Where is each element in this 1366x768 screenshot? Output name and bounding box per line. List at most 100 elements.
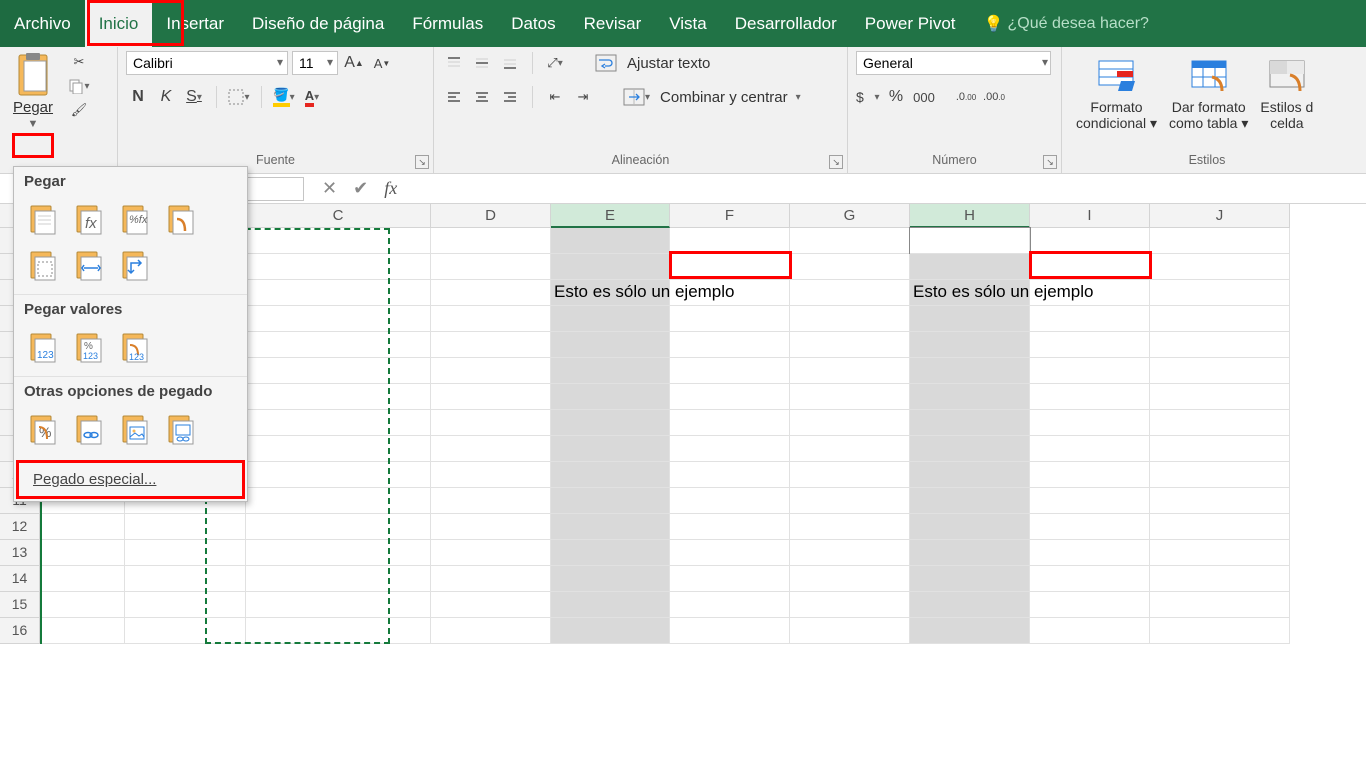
cell-J3[interactable] [1150,280,1290,306]
fx-icon[interactable]: fx [384,178,397,199]
tab-desarrollador[interactable]: Desarrollador [721,0,851,47]
cell-G3[interactable] [790,280,910,306]
orientation-button[interactable]: ⤢ [543,51,567,75]
col-header-g[interactable]: G [790,204,910,228]
cell-E10[interactable] [551,462,670,488]
cell-I12[interactable] [1030,514,1150,540]
paste-values-number-icon[interactable]: %123 [70,328,110,368]
cell-C8[interactable] [246,410,431,436]
cell-J6[interactable] [1150,358,1290,384]
cell-I8[interactable] [1030,410,1150,436]
cell-H14[interactable] [910,566,1030,592]
font-name-combo[interactable] [126,51,288,75]
cell-H1[interactable] [910,228,1030,254]
fill-color-button[interactable]: 🪣 [272,85,296,109]
cell-C3[interactable] [246,280,431,306]
cell-D8[interactable] [431,410,551,436]
dec-indent-button[interactable]: ⇤ [543,85,567,109]
align-launcher[interactable]: ↘ [829,155,843,169]
font-launcher[interactable]: ↘ [415,155,429,169]
cell-H4[interactable] [910,306,1030,332]
cell-E2[interactable] [551,254,670,280]
cell-E14[interactable] [551,566,670,592]
cell-D16[interactable] [431,618,551,644]
cell-G2[interactable] [790,254,910,280]
underline-button[interactable]: S [182,85,206,109]
cell-J8[interactable] [1150,410,1290,436]
cell-D2[interactable] [431,254,551,280]
cell-E1[interactable] [551,228,670,254]
cell-C11[interactable] [246,488,431,514]
cell-G12[interactable] [790,514,910,540]
cell-H15[interactable] [910,592,1030,618]
cell-D3[interactable] [431,280,551,306]
cell-D5[interactable] [431,332,551,358]
cancel-icon[interactable]: ✕ [322,178,337,199]
borders-button[interactable] [227,85,251,109]
cell-H10[interactable] [910,462,1030,488]
cell-F9[interactable] [670,436,790,462]
row-header-15[interactable]: 15 [0,592,40,618]
tab-inicio[interactable]: Inicio [85,0,153,47]
cell-D14[interactable] [431,566,551,592]
col-header-f[interactable]: F [670,204,790,228]
cell-C2[interactable] [246,254,431,280]
tab-insertar[interactable]: Insertar [152,0,238,47]
tab-archivo[interactable]: Archivo [0,0,85,47]
wrap-text-button[interactable] [595,51,617,75]
italic-button[interactable]: K [154,85,178,109]
cell-A12[interactable] [40,514,125,540]
tell-me[interactable]: 💡¿Qué desea hacer? [984,0,1149,47]
cell-H5[interactable] [910,332,1030,358]
cell-I11[interactable] [1030,488,1150,514]
cell-styles-button[interactable]: Estilos d celda [1254,51,1319,147]
cell-G6[interactable] [790,358,910,384]
col-header-e[interactable]: E [551,204,670,228]
cell-J1[interactable] [1150,228,1290,254]
cell-B12[interactable] [125,514,246,540]
col-header-j[interactable]: J [1150,204,1290,228]
comma-button[interactable]: 000 [912,85,936,109]
number-format-combo[interactable] [856,51,1051,75]
paste-link-icon[interactable] [70,410,110,450]
cell-H11[interactable] [910,488,1030,514]
cell-A14[interactable] [40,566,125,592]
cell-F15[interactable] [670,592,790,618]
cell-F11[interactable] [670,488,790,514]
cell-F14[interactable] [670,566,790,592]
paste-values-icon[interactable]: 123 [24,328,64,368]
cell-J10[interactable] [1150,462,1290,488]
paste-picture-icon[interactable] [116,410,156,450]
cell-I10[interactable] [1030,462,1150,488]
cell-G9[interactable] [790,436,910,462]
cell-F16[interactable] [670,618,790,644]
cell-E3[interactable]: Esto es sólo un ejemplo [551,280,670,306]
cell-F10[interactable] [670,462,790,488]
inc-decimal-button[interactable]: .0.00 [954,85,978,109]
cell-H8[interactable] [910,410,1030,436]
tab-diseno[interactable]: Diseño de página [238,0,398,47]
conditional-format-button[interactable]: Formato condicional ▾ [1070,51,1163,147]
tab-formulas[interactable]: Fórmulas [398,0,497,47]
cell-C16[interactable] [246,618,431,644]
cell-A13[interactable] [40,540,125,566]
cell-I14[interactable] [1030,566,1150,592]
dec-decimal-button[interactable]: .00.0 [982,85,1006,109]
cell-G15[interactable] [790,592,910,618]
cell-H13[interactable] [910,540,1030,566]
cell-B15[interactable] [125,592,246,618]
align-left-button[interactable] [442,85,466,109]
cell-D15[interactable] [431,592,551,618]
cell-C7[interactable] [246,384,431,410]
cell-I6[interactable] [1030,358,1150,384]
col-header-d[interactable]: D [431,204,551,228]
cell-H2[interactable] [910,254,1030,280]
cell-D11[interactable] [431,488,551,514]
align-middle-button[interactable] [470,51,494,75]
cell-F5[interactable] [670,332,790,358]
tab-datos[interactable]: Datos [497,0,569,47]
cell-H12[interactable] [910,514,1030,540]
cell-E11[interactable] [551,488,670,514]
align-bottom-button[interactable] [498,51,522,75]
cell-C1[interactable] [246,228,431,254]
